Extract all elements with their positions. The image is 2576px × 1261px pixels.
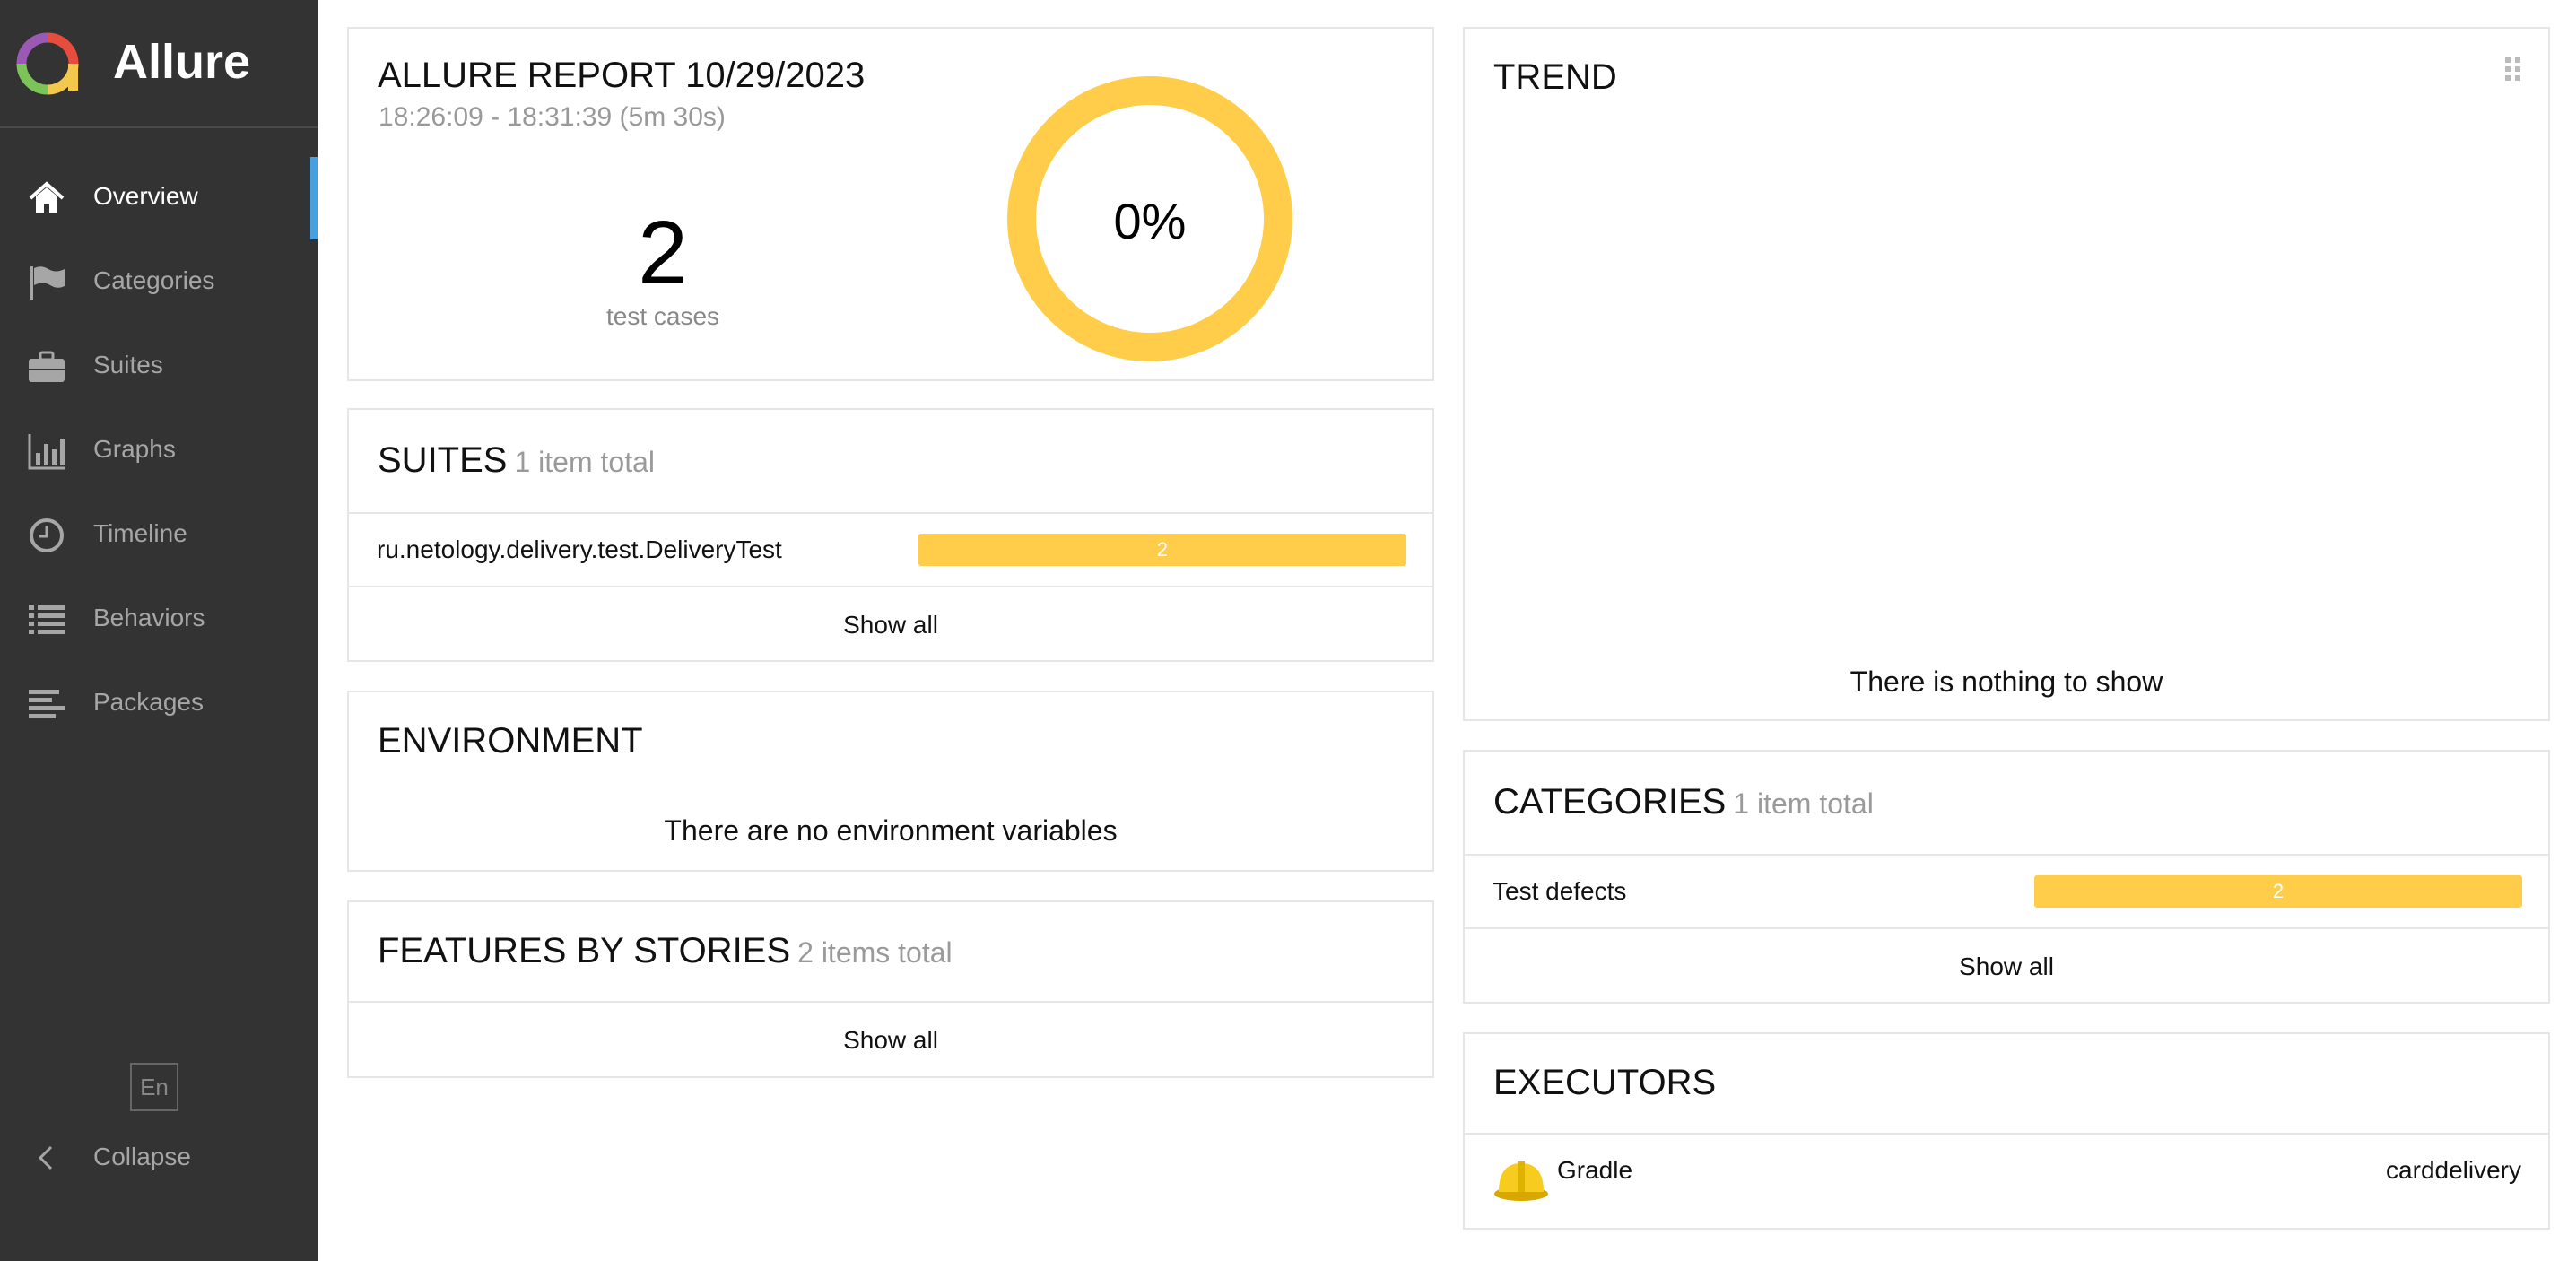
flag-icon bbox=[30, 266, 65, 300]
categories-title: CATEGORIES 1 item total bbox=[1493, 782, 1874, 822]
features-widget: FEATURES BY STORIES 2 items total Show al… bbox=[347, 900, 1434, 1078]
sidebar-item-label: Categories bbox=[93, 266, 215, 294]
sidebar-item-label: Timeline bbox=[93, 519, 187, 547]
categories-show-all-link[interactable]: Show all bbox=[1465, 952, 2548, 981]
app-name: Allure bbox=[113, 35, 251, 89]
executor-name: Gradle bbox=[1557, 1156, 1633, 1184]
table-row[interactable]: Test defects 2 bbox=[1465, 856, 2548, 927]
summary-widget: ALLURE REPORT 10/29/2023 18:26:09 - 18:3… bbox=[347, 27, 1434, 381]
sidebar-item-behaviors[interactable]: Behaviors bbox=[0, 578, 318, 661]
suites-show-all-link[interactable]: Show all bbox=[349, 611, 1432, 639]
executor-row[interactable]: Gradle carddelivery bbox=[1465, 1135, 2548, 1224]
sidebar-item-label: Graphs bbox=[93, 435, 176, 463]
trend-widget: TREND There is nothing to show bbox=[1463, 27, 2550, 721]
trend-empty-message: There is nothing to show bbox=[1849, 665, 2163, 698]
list-icon bbox=[29, 605, 65, 634]
sidebar-item-categories[interactable]: Categories bbox=[0, 241, 318, 324]
categories-total: 1 item total bbox=[1733, 787, 1874, 820]
categories-widget: CATEGORIES 1 item total Test defects 2 Sh… bbox=[1463, 750, 2550, 1004]
clock-icon bbox=[30, 518, 64, 552]
suite-name: ru.netology.delivery.test.DeliveryTest bbox=[377, 535, 782, 563]
table-row[interactable]: ru.netology.delivery.test.DeliveryTest 2 bbox=[349, 514, 1432, 586]
drag-handle-icon[interactable] bbox=[2505, 57, 2521, 81]
features-total: 2 items total bbox=[797, 936, 953, 969]
executors-widget: EXECUTORS Gradle carddelivery bbox=[1463, 1032, 2550, 1230]
sidebar-item-label: Suites bbox=[93, 351, 163, 378]
home-icon bbox=[29, 181, 65, 213]
category-status-bar: 2 bbox=[2034, 875, 2522, 908]
bar-chart-icon bbox=[28, 434, 65, 470]
test-count: 2 bbox=[638, 203, 688, 303]
suites-total: 1 item total bbox=[514, 446, 655, 478]
environment-title: ENVIRONMENT bbox=[378, 721, 643, 761]
sidebar: Allure Overview Categories Suites Graphs… bbox=[0, 0, 318, 1261]
language-button[interactable]: En bbox=[130, 1063, 178, 1111]
suite-status-bar: 2 bbox=[918, 534, 1406, 566]
sidebar-item-packages[interactable]: Packages bbox=[0, 663, 318, 745]
sidebar-item-label: Behaviors bbox=[93, 604, 205, 631]
executors-title: EXECUTORS bbox=[1493, 1063, 1717, 1102]
success-percent: 0% bbox=[1113, 193, 1187, 249]
chevron-left-icon bbox=[38, 1145, 53, 1170]
executor-build-name: carddelivery bbox=[2386, 1156, 2521, 1184]
report-time-range: 18:26:09 - 18:31:39 (5m 30s) bbox=[379, 102, 726, 132]
environment-empty-message: There are no environment variables bbox=[664, 814, 1118, 847]
sidebar-item-graphs[interactable]: Graphs bbox=[0, 410, 318, 492]
align-left-icon bbox=[29, 690, 65, 718]
allure-logo-icon bbox=[16, 32, 79, 95]
collapse-label: Collapse bbox=[93, 1143, 191, 1170]
report-title: ALLURE REPORT 10/29/2023 bbox=[378, 56, 866, 95]
briefcase-icon bbox=[29, 351, 65, 382]
hard-hat-icon bbox=[1494, 1161, 1548, 1201]
environment-widget: ENVIRONMENT There are no environment var… bbox=[347, 691, 1434, 872]
test-count-label: test cases bbox=[605, 302, 720, 330]
sidebar-item-label: Packages bbox=[93, 688, 204, 716]
collapse-button[interactable]: Collapse bbox=[0, 1130, 318, 1184]
sidebar-item-suites[interactable]: Suites bbox=[0, 326, 318, 408]
sidebar-item-overview[interactable]: Overview bbox=[0, 157, 318, 239]
features-title: FEATURES BY STORIES 2 items total bbox=[378, 931, 953, 970]
suites-title: SUITES 1 item total bbox=[378, 440, 655, 480]
features-show-all-link[interactable]: Show all bbox=[349, 1026, 1432, 1055]
trend-title: TREND bbox=[1493, 57, 1617, 97]
category-name: Test defects bbox=[1493, 877, 1627, 905]
sidebar-item-label: Overview bbox=[93, 182, 198, 210]
suites-widget: SUITES 1 item total ru.netology.delivery.… bbox=[347, 408, 1434, 662]
sidebar-item-timeline[interactable]: Timeline bbox=[0, 494, 318, 577]
brand[interactable]: Allure bbox=[0, 0, 318, 128]
